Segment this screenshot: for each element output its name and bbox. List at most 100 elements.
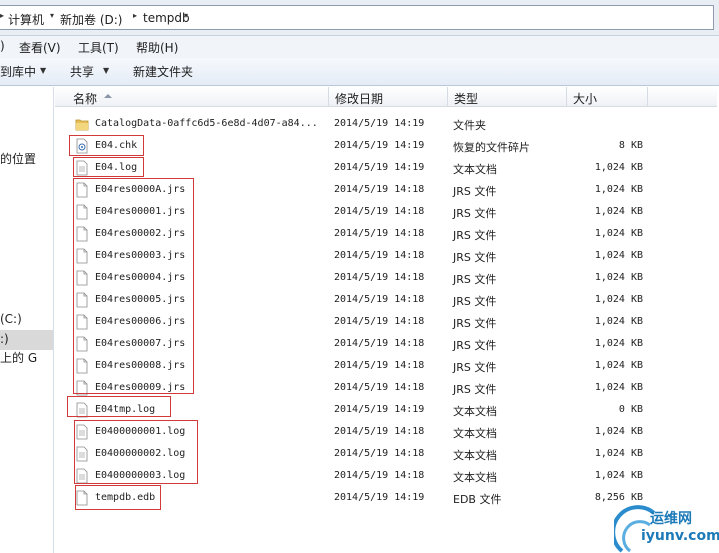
file-row[interactable]: E04res00002.jrs 2014/5/19 14:18 JRS 文件 1,02…	[55, 223, 717, 245]
file-date-modified: 2014/5/19 14:19	[334, 118, 425, 129]
file-row[interactable]: E04tmp.log 2014/5/19 14:19 文本文档 0 KB	[55, 399, 717, 421]
file-type: 文本文档	[453, 405, 497, 418]
menu-edit-partial[interactable]: )	[0, 39, 5, 53]
crumb-drive[interactable]: 新加卷 (D:)	[60, 11, 122, 28]
file-row[interactable]: E04res00005.jrs 2014/5/19 14:18 JRS 文件 1,02…	[55, 289, 717, 311]
file-icon	[75, 336, 89, 352]
file-type: 文件夹	[453, 119, 486, 132]
column-header-type[interactable]: 类型	[448, 87, 567, 107]
file-name: E04res00005.jrs	[95, 294, 186, 305]
nav-item-network-drive[interactable]: 上的 G	[0, 349, 37, 366]
file-date-modified: 2014/5/19 14:18	[334, 250, 425, 261]
file-size: 1,024 KB	[594, 272, 643, 283]
file-icon	[75, 182, 89, 198]
file-type: EDB 文件	[453, 493, 502, 506]
file-date-modified: 2014/5/19 14:18	[334, 382, 425, 393]
crumb-dropdown-icon[interactable]: ▾	[50, 11, 54, 20]
nav-item-drive-d[interactable]: :)	[0, 332, 9, 346]
file-row[interactable]: E04.log 2014/5/19 14:19 文本文档 1,024 KB	[55, 157, 717, 179]
file-date-modified: 2014/5/19 14:19	[334, 140, 425, 151]
file-type: JRS 文件	[453, 273, 497, 286]
share-button[interactable]: 共享	[70, 63, 94, 80]
file-row[interactable]: E04res00008.jrs 2014/5/19 14:18 JRS 文件 1,02…	[55, 355, 717, 377]
file-name: E04res0000A.jrs	[95, 184, 186, 195]
file-list: 名称 修改日期 类型 大小 CatalogData-0affc6d5-6e8d-…	[55, 87, 719, 553]
menu-help[interactable]: 帮助(H)	[136, 39, 178, 56]
file-size: 1,024 KB	[594, 448, 643, 459]
file-icon	[75, 380, 89, 396]
file-row[interactable]: E04res00009.jrs 2014/5/19 14:18 JRS 文件 1,02…	[55, 377, 717, 399]
file-row[interactable]: E0400000002.log 2014/5/19 14:18 文本文档 1,024 …	[55, 443, 717, 465]
file-row[interactable]: E04res00003.jrs 2014/5/19 14:18 JRS 文件 1,02…	[55, 245, 717, 267]
file-icon	[75, 358, 89, 374]
menu-view[interactable]: 查看(V)	[19, 39, 61, 56]
file-size: 0 KB	[618, 404, 643, 415]
menu-tools[interactable]: 工具(T)	[78, 39, 119, 56]
file-row[interactable]: E0400000001.log 2014/5/19 14:18 文本文档 1,024 …	[55, 421, 717, 443]
watermark-url: iyunv.com	[641, 528, 719, 544]
file-type: 文本文档	[453, 471, 497, 484]
file-icon	[75, 226, 89, 242]
file-icon	[75, 270, 89, 286]
file-row[interactable]: E04res00001.jrs 2014/5/19 14:18 JRS 文件 1,02…	[55, 201, 717, 223]
nav-item-recent-places[interactable]: 的位置	[0, 150, 36, 167]
file-size: 8,256 KB	[594, 492, 643, 503]
file-name: E04res00006.jrs	[95, 316, 186, 327]
file-size: 1,024 KB	[594, 162, 643, 173]
file-size: 1,024 KB	[594, 316, 643, 327]
crumb-dropdown-icon[interactable]: ▾	[184, 11, 188, 20]
file-name: E04.chk	[95, 140, 138, 151]
column-header-date[interactable]: 修改日期	[329, 87, 448, 107]
new-folder-button[interactable]: 新建文件夹	[133, 63, 193, 80]
file-date-modified: 2014/5/19 14:19	[334, 492, 425, 503]
chevron-down-icon[interactable]: ▼	[40, 66, 46, 75]
file-size: 1,024 KB	[594, 338, 643, 349]
chevron-down-icon[interactable]: ▼	[103, 66, 109, 75]
file-date-modified: 2014/5/19 14:18	[334, 338, 425, 349]
column-header-name[interactable]: 名称	[55, 87, 329, 107]
file-name: E04tmp.log	[95, 404, 156, 415]
nav-item-drive-c[interactable]: (C:)	[0, 312, 22, 326]
file-name: tempdb.edb	[95, 492, 156, 503]
nav-item-selected[interactable]: :)	[0, 330, 53, 350]
crumb-tempdb[interactable]: tempdb	[143, 11, 190, 25]
file-type: JRS 文件	[453, 383, 497, 396]
file-type: JRS 文件	[453, 251, 497, 264]
crumb-dropdown-icon[interactable]: ▸	[133, 11, 137, 20]
crumb-computer[interactable]: 计算机	[8, 11, 44, 28]
file-row[interactable]: E04res00006.jrs 2014/5/19 14:18 JRS 文件 1,02…	[55, 311, 717, 333]
file-type: JRS 文件	[453, 207, 497, 220]
file-size: 1,024 KB	[594, 184, 643, 195]
file-size: 1,024 KB	[594, 426, 643, 437]
crumb-separator-icon: ▸	[0, 11, 5, 20]
file-row[interactable]: E04.chk 2014/5/19 14:19 恢复的文件碎片 8 KB	[55, 135, 717, 157]
file-type: 文本文档	[453, 163, 497, 176]
file-date-modified: 2014/5/19 14:18	[334, 470, 425, 481]
text-file-icon	[75, 446, 89, 462]
column-label-name: 名称	[73, 92, 98, 106]
file-name: E04res00004.jrs	[95, 272, 186, 283]
file-row[interactable]: E04res00007.jrs 2014/5/19 14:18 JRS 文件 1,02…	[55, 333, 717, 355]
file-row[interactable]: CatalogData-0affc6d5-6e8d-4d07-a84... 201…	[55, 113, 717, 135]
file-date-modified: 2014/5/19 14:19	[334, 162, 425, 173]
file-size: 1,024 KB	[594, 294, 643, 305]
file-name: CatalogData-0affc6d5-6e8d-4d07-a84...	[95, 118, 318, 129]
file-name: E04res00003.jrs	[95, 250, 186, 261]
file-row[interactable]: E0400000003.log 2014/5/19 14:18 文本文档 1,024 …	[55, 465, 717, 487]
file-name: E04.log	[95, 162, 138, 173]
chk-file-icon	[75, 138, 89, 154]
file-name: E04res00002.jrs	[95, 228, 186, 239]
file-row[interactable]: E04res00004.jrs 2014/5/19 14:18 JRS 文件 1,02…	[55, 267, 717, 289]
text-file-icon	[75, 468, 89, 484]
file-name: E04res00001.jrs	[95, 206, 186, 217]
menu-bar: ) 查看(V) 工具(T) 帮助(H)	[0, 36, 719, 58]
navigation-pane: 的位置 (C:) :) 上的 G	[0, 87, 54, 553]
address-bar[interactable]: ▸ 计算机 ▾ 新加卷 (D:) ▸ tempdb ▾	[0, 5, 714, 30]
include-in-library-button[interactable]: 到库中	[0, 63, 36, 80]
column-header-size[interactable]: 大小	[567, 87, 648, 107]
file-name: E0400000003.log	[95, 470, 186, 481]
file-row[interactable]: E04res0000A.jrs 2014/5/19 14:18 JRS 文件 1,02…	[55, 179, 717, 201]
file-date-modified: 2014/5/19 14:18	[334, 426, 425, 437]
file-icon	[75, 204, 89, 220]
file-name: E04res00009.jrs	[95, 382, 186, 393]
